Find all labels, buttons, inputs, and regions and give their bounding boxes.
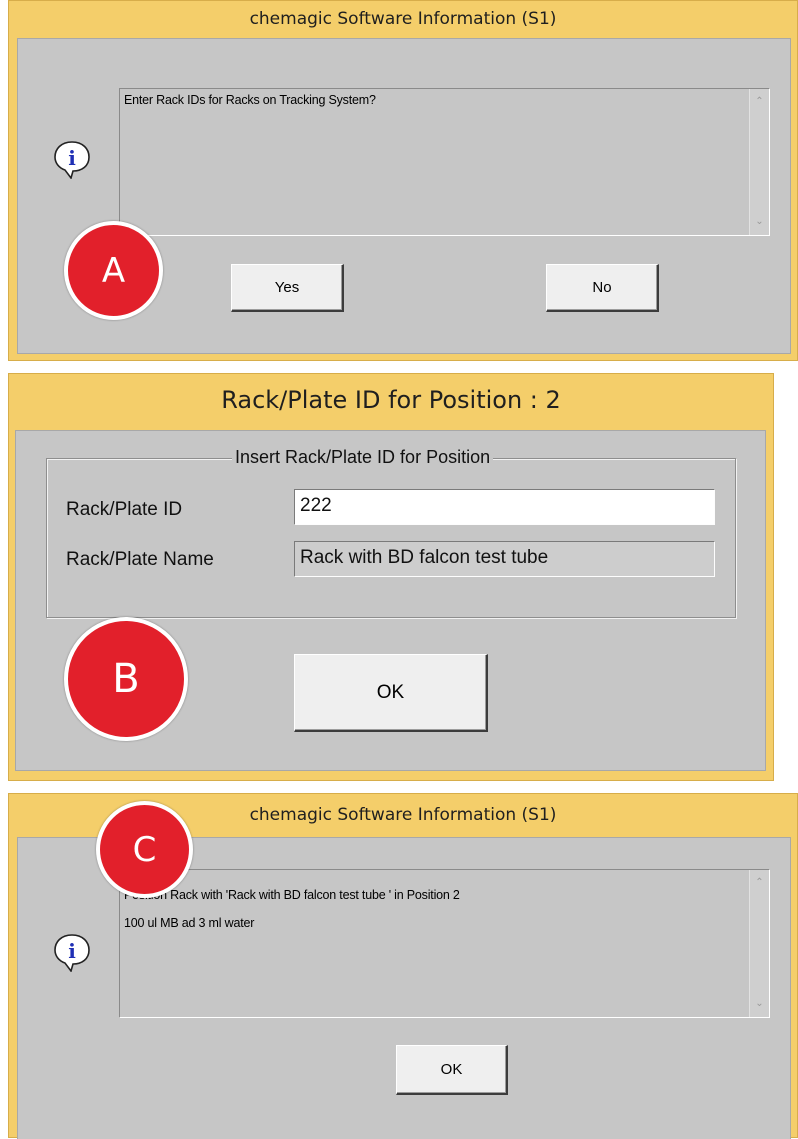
badge-b: B [64, 617, 188, 741]
info-icon: i [52, 932, 92, 977]
groupbox-title: Insert Rack/Plate ID for Position [232, 447, 494, 468]
rack-name-label: Rack/Plate Name [66, 549, 214, 570]
dialog-c-message-box: Position Rack with 'Rack with BD falcon … [119, 869, 770, 1018]
ok-button[interactable]: OK [396, 1045, 508, 1095]
message-line: 100 ul MB ad 3 ml water [124, 916, 255, 930]
dialog-c-scrollbar[interactable]: ⌃ ⌄ [749, 870, 769, 1017]
rack-id-label: Rack/Plate ID [66, 499, 183, 520]
dialog-a-message-text: Enter Rack IDs for Racks on Tracking Sys… [124, 93, 376, 107]
rack-id-groupbox: Insert Rack/Plate ID for Position [46, 447, 736, 618]
svg-text:i: i [68, 939, 76, 963]
scroll-down-arrow-icon[interactable]: ⌄ [750, 995, 769, 1013]
message-line: Position Rack with 'Rack with BD falcon … [124, 888, 460, 902]
info-icon: i [52, 139, 92, 184]
scroll-up-arrow-icon[interactable]: ⌃ [750, 93, 769, 111]
ok-button[interactable]: OK [294, 654, 488, 732]
dialog-c-message-text: Position Rack with 'Rack with BD falcon … [124, 874, 743, 944]
scroll-up-arrow-icon[interactable]: ⌃ [750, 874, 769, 892]
scroll-down-arrow-icon[interactable]: ⌄ [750, 213, 769, 231]
dialog-a-scrollbar[interactable]: ⌃ ⌄ [749, 89, 769, 235]
svg-text:i: i [68, 146, 76, 170]
no-button[interactable]: No [546, 264, 659, 312]
rack-id-input[interactable]: 222 [294, 489, 715, 525]
yes-button[interactable]: Yes [231, 264, 344, 312]
dialog-b-title: Rack/Plate ID for Position : 2 [221, 386, 561, 414]
badge-c: C [96, 801, 193, 898]
rack-name-field: Rack with BD falcon test tube [294, 541, 715, 577]
dialog-a-message-box: Enter Rack IDs for Racks on Tracking Sys… [119, 88, 770, 236]
dialog-a-title: chemagic Software Information (S1) [249, 9, 557, 29]
badge-a: A [64, 221, 163, 320]
